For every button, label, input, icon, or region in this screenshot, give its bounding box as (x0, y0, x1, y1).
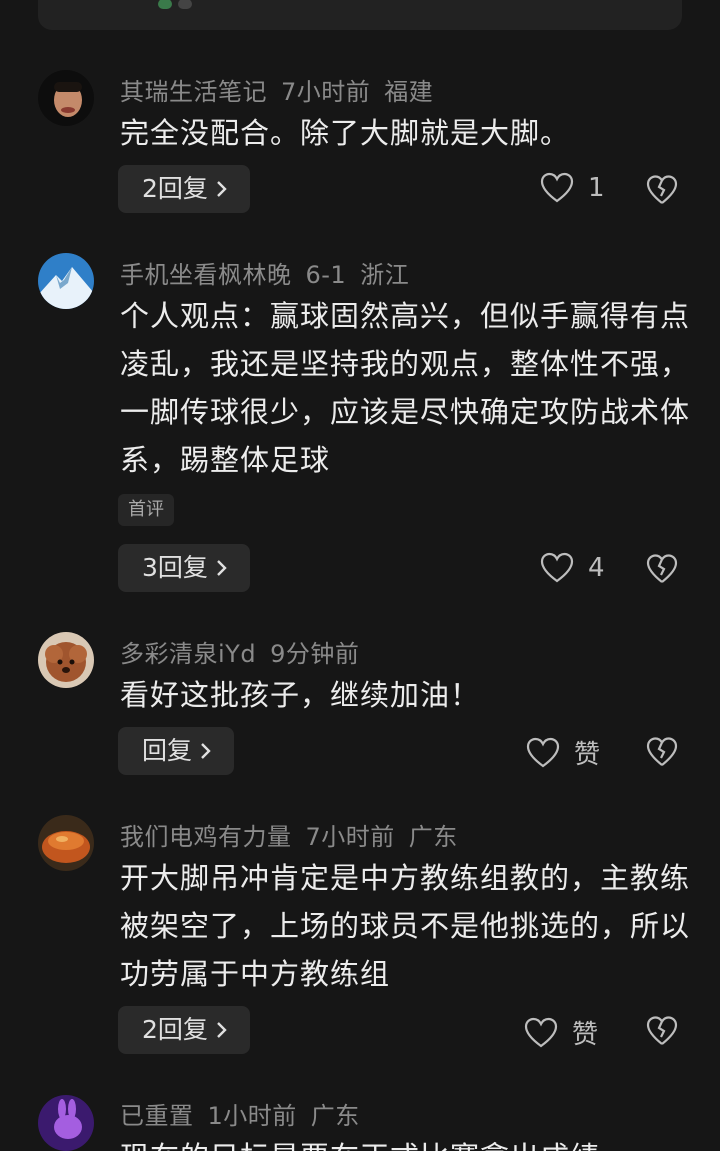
location: 广东 (310, 1102, 360, 1130)
heart-outline-icon (524, 1017, 558, 1047)
reply-button[interactable]: 回复 (118, 727, 235, 775)
previous-card (38, 0, 682, 30)
comment-meta: 手机坐看枫林晚 6-1 浙江 (120, 255, 423, 290)
heart-outline-icon (540, 172, 574, 203)
heart-outline-icon (540, 552, 574, 583)
comment-text: 看好这批孩子，继续加油！ (120, 678, 481, 712)
chevron-right-icon (217, 1022, 227, 1038)
reply-label: 2回复 (142, 174, 208, 203)
like-label: 赞 (574, 740, 601, 770)
timestamp: 7小时前 (281, 78, 371, 106)
snow-mountain-avatar[interactable] (38, 253, 94, 309)
like-count: 1 (588, 173, 605, 203)
comment-text: 个人观点：赢球固然高兴，但似手赢得有点凌乱，我还是坚持我的观点，整体性不强，一脚… (120, 299, 691, 477)
reply-button[interactable]: 3回复 (118, 544, 250, 592)
food-dish-avatar[interactable] (38, 815, 94, 871)
person-portrait-avatar[interactable] (38, 70, 94, 126)
username[interactable]: 其瑞生活笔记 (120, 78, 267, 106)
username[interactable]: 手机坐看枫林晚 (120, 261, 292, 289)
username[interactable]: 我们电鸡有力量 (120, 823, 292, 851)
chevron-right-icon (217, 181, 227, 197)
location: 广东 (408, 823, 458, 851)
like-count: 4 (588, 553, 605, 583)
reply-button[interactable]: 2回复 (118, 165, 250, 213)
timestamp: 9分钟前 (270, 640, 360, 668)
username[interactable]: 已重置 (120, 1102, 194, 1130)
reply-label: 回复 (142, 736, 193, 765)
location: 福建 (384, 78, 434, 106)
like-button[interactable]: 赞 (526, 734, 600, 771)
reply-label: 2回复 (142, 1015, 208, 1044)
broken-heart-icon[interactable] (646, 174, 678, 206)
reply-button[interactable]: 2回复 (118, 1006, 250, 1054)
broken-heart-icon[interactable] (646, 1015, 678, 1047)
comment-meta: 多彩清泉iYd 9分钟前 (120, 634, 373, 669)
timestamp: 1小时前 (207, 1102, 297, 1130)
location: 浙江 (360, 261, 410, 289)
broken-heart-icon[interactable] (646, 736, 678, 768)
comment-meta: 我们电鸡有力量 7小时前 广东 (120, 817, 472, 852)
like-button[interactable]: 赞 (524, 1014, 598, 1051)
broken-heart-icon[interactable] (646, 553, 678, 585)
heart-outline-icon (526, 737, 560, 767)
comment-text: 现在的目标是要在正式比赛拿出成绩 (120, 1133, 690, 1151)
chevron-right-icon (217, 560, 227, 576)
timestamp: 6-1 (305, 261, 347, 289)
timestamp: 7小时前 (305, 823, 395, 851)
comment-text: 开大脚吊冲肯定是中方教练组教的，主教练被架空了，上场的球员不是他挑选的，所以功劳… (120, 861, 691, 991)
first-comment-badge: 首评 (118, 494, 174, 526)
like-button[interactable]: 4 (540, 552, 605, 584)
poodle-dog-avatar[interactable] (38, 632, 94, 688)
comment-meta: 已重置 1小时前 广东 (120, 1096, 374, 1131)
comment-meta: 其瑞生活笔记 7小时前 福建 (120, 72, 447, 107)
previous-card-icons (158, 0, 198, 13)
like-button[interactable]: 1 (540, 172, 605, 204)
like-label: 赞 (572, 1020, 599, 1050)
reply-label: 3回复 (142, 553, 208, 582)
username[interactable]: 多彩清泉iYd (120, 640, 256, 668)
chevron-right-icon (201, 743, 211, 759)
purple-rabbit-avatar[interactable] (38, 1095, 94, 1151)
